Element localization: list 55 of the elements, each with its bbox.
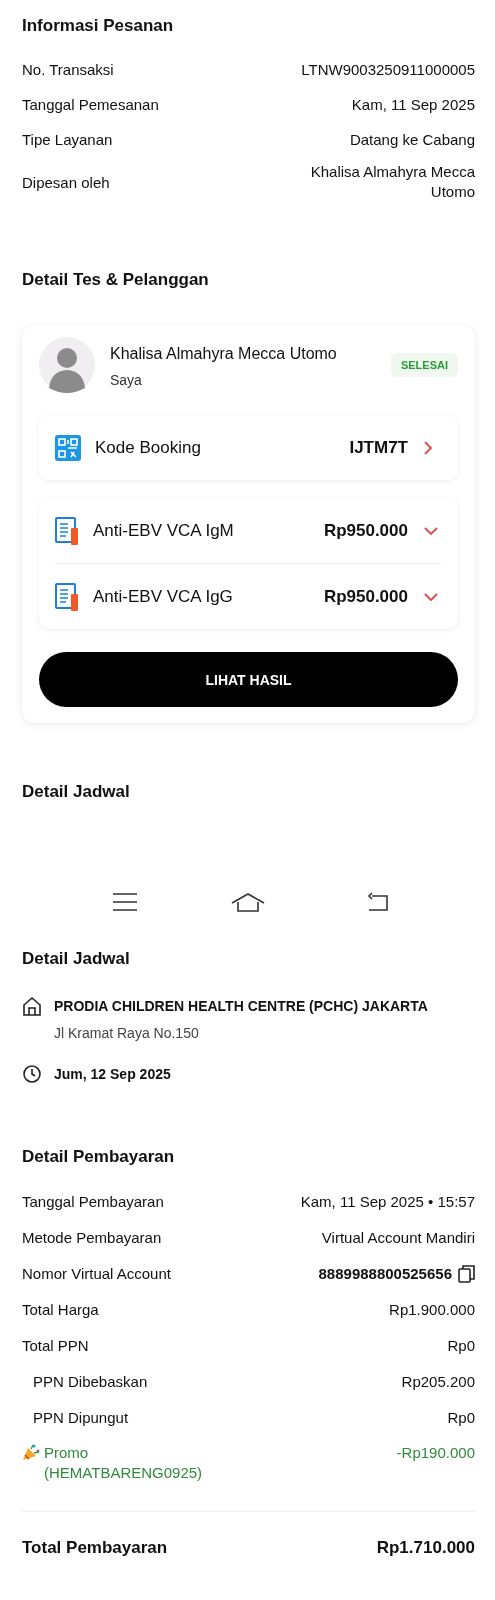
test-price: Rp950.000 <box>323 520 408 541</box>
promo-label: Promo (HEMATBARENG0925) <box>44 1443 203 1483</box>
payment-value: Rp1.900.000 <box>389 1300 475 1318</box>
payment-label: Total Harga <box>22 1300 99 1318</box>
section-title: Informasi Pesanan <box>22 15 175 37</box>
test-price: Rp950.000 <box>323 586 408 607</box>
party-popper-icon <box>22 1443 40 1461</box>
section-title: Detail Jadwal <box>22 948 131 970</box>
info-label: Dipesan oleh <box>22 173 110 191</box>
payment-label: Nomor Virtual Account <box>22 1264 171 1282</box>
payment-value: Rp0 <box>447 1408 475 1426</box>
payment-label: Total PPN <box>22 1336 89 1354</box>
document-icon <box>55 515 79 546</box>
avatar <box>39 337 95 393</box>
payment-value: Kam, 11 Sep 2025 • 15:57 <box>300 1192 475 1210</box>
document-icon <box>55 581 79 612</box>
info-label: Tipe Layanan <box>22 131 113 148</box>
payment-label: Metode Pembayaran <box>22 1228 162 1246</box>
section-title: Detail Pembayaran <box>22 1146 176 1168</box>
qr-code-icon <box>55 434 81 461</box>
info-label: Tanggal Pemesanan <box>22 96 159 113</box>
info-label: No. Transaksi <box>22 61 114 78</box>
menu-icon[interactable] <box>113 892 137 912</box>
copy-icon[interactable] <box>458 1263 475 1283</box>
customer-name: Khalisa Almahyra Mecca Utomo <box>110 343 338 364</box>
building-icon <box>22 996 42 1016</box>
customer-relation: Saya <box>110 371 143 388</box>
payment-label: PPN Dipungut <box>33 1408 129 1426</box>
payment-value: Rp0 <box>447 1336 475 1354</box>
payment-label: Tanggal Pembayaran <box>22 1192 164 1210</box>
home-icon[interactable] <box>231 892 265 912</box>
total-value: Rp1.710.000 <box>376 1537 475 1559</box>
clinic-name: PRODIA CHILDREN HEALTH CENTRE (PCHC) JAKARTA <box>54 997 428 1016</box>
schedule-date: Jum, 12 Sep 2025 <box>54 1065 171 1084</box>
test-name: Anti-EBV VCA IgG <box>93 586 234 607</box>
payment-label: PPN Dibebaskan <box>33 1372 148 1390</box>
virtual-account-number: 8889988800525656 <box>318 1264 452 1282</box>
total-label: Total Pembayaran <box>22 1537 168 1559</box>
info-value: Kam, 11 Sep 2025 <box>351 94 475 115</box>
section-title: Detail Tes & Pelanggan <box>22 269 210 291</box>
info-value: Khalisa Almahyra Mecca Utomo <box>309 162 475 202</box>
info-value: LTNW9003250911000005 <box>301 59 475 80</box>
booking-label: Kode Booking <box>95 437 202 458</box>
booking-code: IJTM7T <box>349 437 408 458</box>
promo-value: -Rp190.000 <box>396 1443 475 1463</box>
test-name: Anti-EBV VCA IgM <box>93 520 235 541</box>
back-icon[interactable] <box>366 892 390 912</box>
clinic-address: Jl Kramat Raya No.150 <box>54 1024 200 1043</box>
view-results-button[interactable]: LIHAT HASIL <box>39 652 458 707</box>
payment-value: Rp205.200 <box>401 1372 475 1390</box>
payment-value: Virtual Account Mandiri <box>321 1228 475 1246</box>
clock-icon <box>22 1064 42 1084</box>
section-title: Detail Jadwal <box>22 781 131 803</box>
info-value: Datang ke Cabang <box>349 129 475 150</box>
status-badge: SELESAI <box>390 353 458 377</box>
